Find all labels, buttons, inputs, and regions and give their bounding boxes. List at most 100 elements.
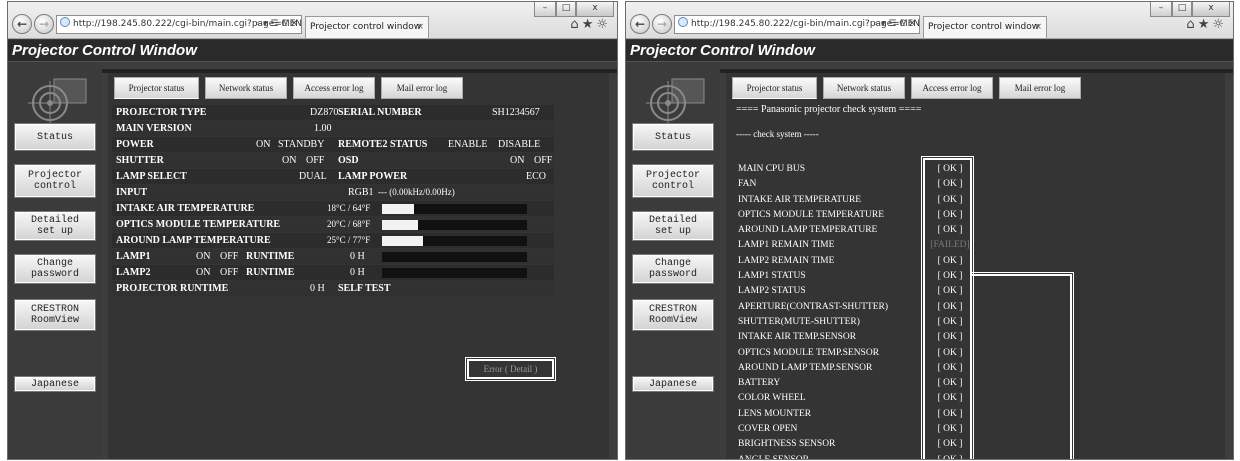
sidebar-item-status[interactable]: Status — [632, 123, 714, 151]
main-panel: Projector status Network status Access e… — [720, 63, 1233, 459]
browser-tab[interactable]: Projector control window × — [923, 16, 1047, 38]
self-test-error-detail-button[interactable]: Error ( Detail ) — [465, 357, 556, 381]
around-lamp-temperature-label: AROUND LAMP TEMPERATURE — [116, 235, 271, 246]
address-bar[interactable]: http://198.245.80.222/cgi-bin/main.cgi?p… — [674, 15, 920, 34]
projector-runtime-value: 0 H — [310, 283, 325, 294]
tab-network-status[interactable]: Network status — [205, 77, 287, 99]
sidebar-item-detailed-set-up[interactable]: Detailed set up — [14, 211, 96, 241]
star-icon[interactable]: ★ — [582, 17, 597, 32]
tab-access-error-log[interactable]: Access error log — [293, 77, 375, 99]
projector-type-label: PROJECTOR TYPE — [116, 107, 207, 118]
check-system-heading: ==== Panasonic projector check system ==… — [736, 104, 922, 115]
sidebar-item-projector-control[interactable]: Projector control — [14, 164, 96, 198]
tab-close-icon[interactable]: × — [1034, 17, 1042, 37]
page-title: Projector Control Window — [8, 40, 617, 62]
table-row: INPUT RGB1 --- (0.00kHz/0.00Hz) — [112, 185, 554, 200]
minimize-button[interactable]: – — [534, 2, 556, 17]
sidebar-item-projector-control[interactable]: Projector control — [632, 164, 714, 198]
table-row: MAIN VERSION 1.00 — [112, 121, 554, 136]
callout-frame — [970, 272, 1074, 459]
address-controls[interactable]: ⌕ ▾ ☰ C ✕ — [255, 16, 298, 33]
back-arrow-icon[interactable]: ← — [12, 14, 32, 34]
optics-module-temperature-label: OPTICS MODULE TEMPERATURE — [116, 219, 281, 230]
maximize-button[interactable]: □ — [1172, 2, 1192, 17]
tab-access-error-log[interactable]: Access error log — [911, 77, 993, 99]
gear-icon[interactable]: ☼ — [596, 17, 611, 32]
browser-chrome: – □ x ← → http://198.245.80.222/cgi-bin/… — [626, 2, 1233, 39]
close-button[interactable]: x — [1192, 2, 1230, 17]
lamp-power-label: LAMP POWER — [338, 171, 408, 182]
lamp1-label: LAMP1 — [116, 251, 151, 262]
forward-arrow-icon[interactable]: → — [652, 14, 672, 34]
table-row: PROJECTOR TYPE DZ870 SERIAL NUMBER SH123… — [112, 105, 554, 120]
sidebar-item-change-password[interactable]: Change password — [14, 254, 96, 284]
sidebar-item-japanese[interactable]: Japanese — [632, 376, 714, 392]
tab-mail-error-log[interactable]: Mail error log — [999, 77, 1081, 99]
self-test-label: SELF TEST — [338, 283, 391, 294]
sidebar-item-detailed-set-up[interactable]: Detailed set up — [632, 211, 714, 241]
tab-network-status[interactable]: Network status — [823, 77, 905, 99]
page-icon — [678, 17, 688, 27]
back-arrow-icon[interactable]: ← — [630, 14, 650, 34]
star-icon[interactable]: ★ — [1198, 17, 1213, 32]
table-row: LAMP1 ON OFF RUNTIME 0 H — [112, 249, 554, 264]
browser-tab[interactable]: Projector control window × — [305, 16, 429, 38]
check-item-name: BATTERY — [738, 378, 781, 389]
browser-window-status: – □ x ← → http://198.245.80.222/cgi-bin/… — [7, 1, 618, 460]
check-item-name: AROUND LAMP TEMP.SENSOR — [738, 362, 873, 373]
gear-icon[interactable]: ☼ — [1212, 17, 1227, 32]
forward-arrow-icon[interactable]: → — [34, 14, 54, 34]
table-row: SHUTTER ON OFF OSD ON OFF — [112, 153, 554, 168]
tab-close-icon[interactable]: × — [416, 17, 424, 37]
main-version-value: 1.00 — [314, 123, 332, 134]
window-buttons: – □ x — [1150, 2, 1230, 17]
around-lamp-temperature-bar — [382, 236, 527, 246]
content-area: Projector status Network status Access e… — [726, 73, 1225, 459]
home-icon[interactable]: ⌂ — [1186, 17, 1197, 32]
maximize-button[interactable]: □ — [556, 2, 576, 17]
table-row: LAMP2 ON OFF RUNTIME 0 H — [112, 265, 554, 280]
serial-number-value: SH1234567 — [492, 107, 540, 118]
table-row: OPTICS MODULE TEMPERATURE 20°C / 68°F — [112, 217, 554, 232]
home-icon[interactable]: ⌂ — [570, 17, 581, 32]
tab-projector-status[interactable]: Projector status — [732, 77, 817, 99]
lamp1-runtime-bar — [382, 252, 527, 262]
address-controls[interactable]: ⌕ ▾ ☰ C ✕ — [873, 16, 916, 33]
tab-mail-error-log[interactable]: Mail error log — [381, 77, 463, 99]
sidebar-item-change-password[interactable]: Change password — [632, 254, 714, 284]
check-item-name: APERTURE(CONTRAST-SHUTTER) — [738, 301, 889, 312]
check-item-name: MAIN CPU BUS — [738, 164, 806, 174]
check-item-name: LENS MOUNTER — [738, 408, 812, 419]
sidebar-item-crestron-roomview[interactable]: CRESTRON RoomView — [14, 299, 96, 331]
page-title: Projector Control Window — [626, 40, 1233, 62]
browser-tools: ⌂★☼ — [1186, 17, 1227, 32]
check-item-name: LAMP2 REMAIN TIME — [738, 255, 835, 266]
lamp2-runtime-value: 0 H — [350, 267, 365, 278]
around-lamp-temperature-value: 25°C / 77°F — [327, 235, 371, 245]
navigation-buttons: ← → — [12, 14, 56, 34]
minimize-button[interactable]: – — [1150, 2, 1172, 17]
address-bar[interactable]: http://198.245.80.222/cgi-bin/main.cgi?p… — [56, 15, 302, 34]
check-item-name: BRIGHTNESS SENSOR — [738, 439, 836, 450]
input-value: RGB1 — [348, 187, 374, 198]
optics-temperature-bar — [382, 220, 527, 230]
sidebar-item-crestron-roomview[interactable]: CRESTRON RoomView — [632, 299, 714, 331]
intake-temperature-bar — [382, 204, 527, 214]
browser-window-self-test: – □ x ← → http://198.245.80.222/cgi-bin/… — [625, 1, 1234, 460]
page-icon — [60, 17, 70, 27]
result-highlight-frame — [921, 156, 974, 459]
browser-chrome: – □ x ← → http://198.245.80.222/cgi-bin/… — [8, 2, 617, 39]
intake-air-temperature-value: 18°C / 64°F — [327, 203, 371, 213]
optics-module-temperature-value: 20°C / 68°F — [327, 219, 371, 229]
lamp2-on: ON — [196, 267, 211, 278]
temperature-bar-fill — [382, 204, 414, 214]
tab-projector-status[interactable]: Projector status — [114, 77, 199, 99]
sidebar-item-japanese[interactable]: Japanese — [14, 376, 96, 392]
close-button[interactable]: x — [576, 2, 614, 17]
lamp2-runtime-bar — [382, 268, 527, 278]
remote2-status-label: REMOTE2 STATUS — [338, 139, 428, 150]
temperature-bar-fill — [382, 220, 419, 230]
sidebar-item-status[interactable]: Status — [14, 123, 96, 151]
table-row: INTAKE AIR TEMPERATURE 18°C / 64°F — [112, 201, 554, 216]
main-version-label: MAIN VERSION — [116, 123, 192, 134]
